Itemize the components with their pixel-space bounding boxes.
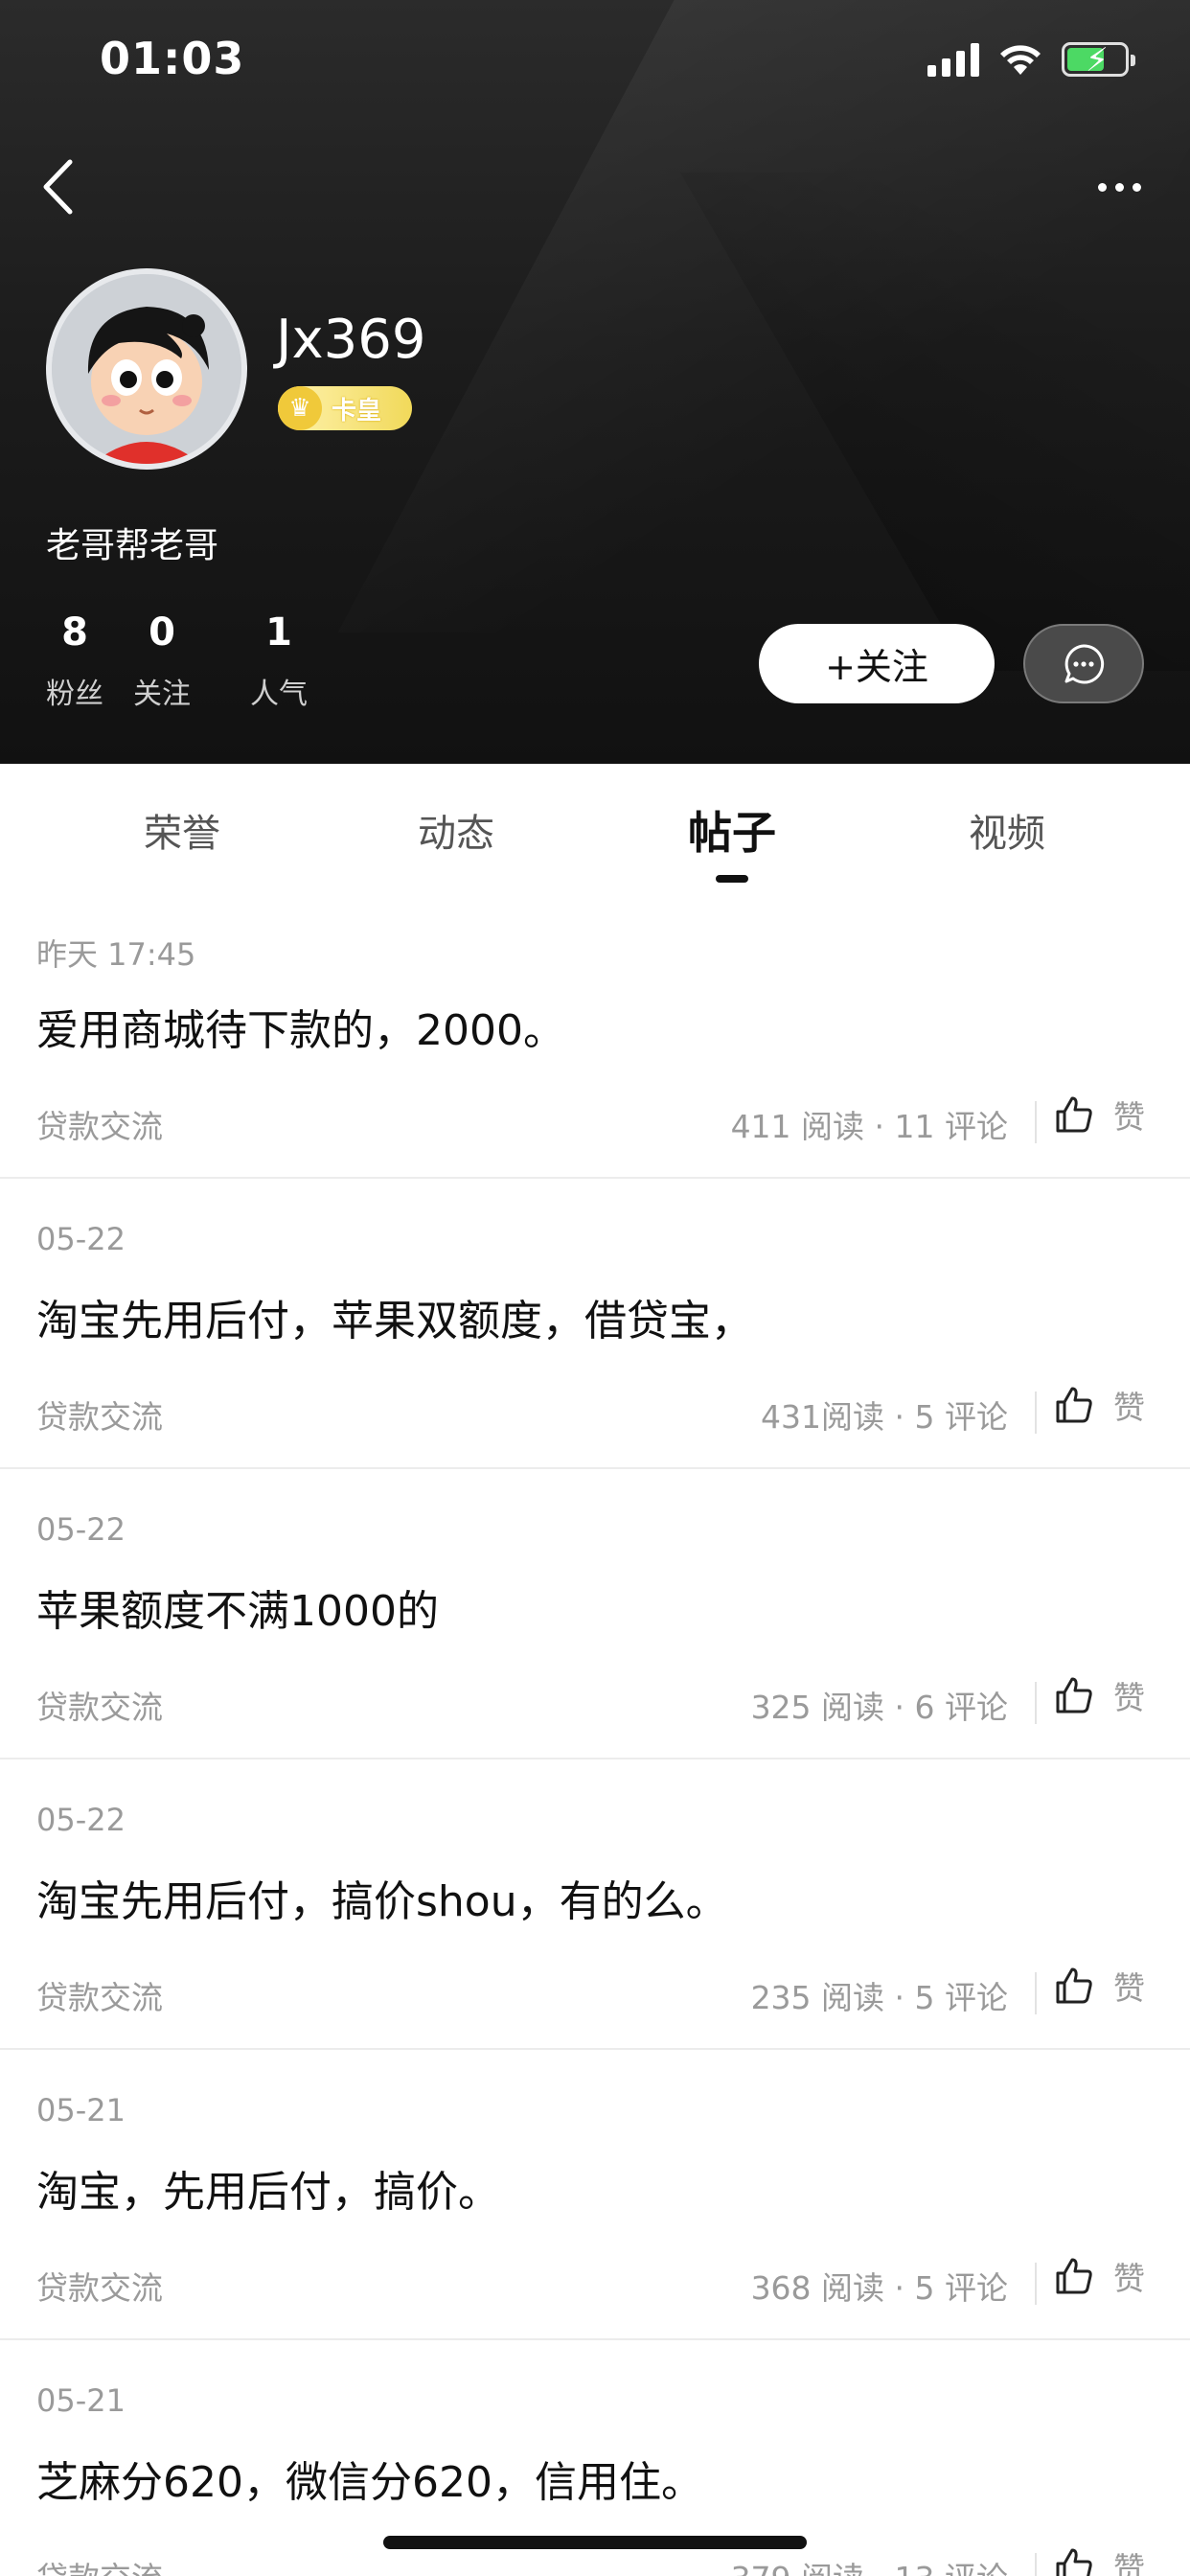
post-date: 05-21 [36, 2382, 126, 2419]
post-date: 05-22 [36, 1511, 126, 1548]
more-options-button[interactable] [1081, 163, 1157, 211]
stat-value: 0 [149, 610, 175, 655]
profile-header: 01:03 ⚡ Jx369 ♛ 卡皇 老哥帮老哥 8 粉丝 0 关注 1 人气 … [0, 0, 1190, 764]
stat-label: 粉丝 [46, 678, 103, 711]
dot-icon [1114, 182, 1124, 192]
thumbs-up-icon [1056, 2548, 1092, 2576]
divider [1035, 1392, 1037, 1434]
thumbs-up-icon [1056, 1096, 1092, 1133]
dot-icon [1132, 182, 1141, 192]
profile-bio: 老哥帮老哥 [46, 526, 219, 565]
divider [1035, 2263, 1037, 2305]
username: Jx369 [276, 309, 426, 371]
avatar[interactable] [46, 268, 247, 470]
tab-activity[interactable]: 动态 [418, 802, 494, 858]
message-button[interactable] [1023, 624, 1144, 703]
post-counts: 325 阅读 · 6 评论 [750, 1689, 1008, 1726]
post-title[interactable]: 淘宝先用后付，苹果双额度，借贷宝， [36, 1286, 753, 1347]
like-button[interactable]: 赞 [1054, 2253, 1145, 2299]
post-title[interactable]: 爱用商城待下款的，2000。 [36, 996, 565, 1057]
divider [1035, 1972, 1037, 2014]
like-label: 赞 [1113, 1969, 1145, 2007]
cellular-signal-icon [927, 42, 979, 77]
tab-posts[interactable]: 帖子 [688, 798, 776, 862]
profile-stats: 8 粉丝 0 关注 1 人气 [46, 610, 337, 712]
list-item[interactable]: 05-22 淘宝先用后付，搞价shou，有的么。 贷款交流 235 阅读 · 5… [0, 1760, 1190, 2050]
status-icons: ⚡ [927, 41, 1135, 80]
chat-bubble-icon [1064, 643, 1105, 683]
post-category[interactable]: 贷款交流 [36, 1101, 163, 1147]
thumbs-up-icon [1056, 1967, 1092, 2004]
list-item[interactable]: 05-22 苹果额度不满1000的 贷款交流 325 阅读 · 6 评论 赞 [0, 1469, 1190, 1760]
thumbs-up-icon [1056, 1387, 1092, 1423]
tab-videos[interactable]: 视频 [969, 802, 1045, 858]
profile-screen: 01:03 ⚡ Jx369 ♛ 卡皇 老哥帮老哥 8 粉丝 0 关注 1 人气 … [0, 0, 1190, 2576]
like-button[interactable]: 赞 [1054, 1092, 1145, 1138]
follow-button[interactable]: +关注 [759, 624, 995, 703]
post-title[interactable]: 芝麻分620，微信分620，信用住。 [36, 2448, 703, 2509]
post-category[interactable]: 贷款交流 [36, 2263, 163, 2309]
wifi-icon [1000, 45, 1041, 75]
tab-honor[interactable]: 荣誉 [144, 802, 220, 858]
post-category[interactable]: 贷款交流 [36, 1682, 163, 1728]
post-date: 昨天 17:45 [36, 936, 196, 973]
profile-tabs: 荣誉 动态 帖子 视频 [0, 764, 1190, 888]
post-counts: 411 阅读 · 11 评论 [730, 1108, 1008, 1145]
vip-label: 卡皇 [332, 396, 382, 426]
vip-badge[interactable]: ♛ 卡皇 [278, 386, 412, 430]
post-date: 05-21 [36, 2092, 126, 2128]
post-list: 昨天 17:45 爱用商城待下款的，2000。 贷款交流 411 阅读 · 11… [0, 888, 1190, 2576]
like-button[interactable]: 赞 [1054, 1963, 1145, 2009]
post-title[interactable]: 淘宝，先用后付，搞价。 [36, 2157, 500, 2219]
post-category[interactable]: 贷款交流 [36, 1972, 163, 2018]
post-counts: 379 阅读 · 13 评论 [731, 2553, 1008, 2576]
stat-popularity[interactable]: 1 人气 [220, 610, 337, 712]
crown-icon: ♛ [278, 386, 322, 430]
list-item[interactable]: 昨天 17:45 爱用商城待下款的，2000。 贷款交流 411 阅读 · 11… [0, 888, 1190, 1179]
thumbs-up-icon [1056, 1677, 1092, 1714]
thumbs-up-icon [1056, 2258, 1092, 2294]
active-tab-indicator [716, 875, 748, 883]
stat-value: 1 [265, 610, 292, 655]
dot-icon [1097, 182, 1107, 192]
divider [1035, 1682, 1037, 1724]
like-label: 赞 [1113, 2550, 1145, 2576]
like-button[interactable]: 赞 [1054, 1382, 1145, 1428]
post-category[interactable]: 贷款交流 [36, 2553, 163, 2576]
list-item[interactable]: 05-22 淘宝先用后付，苹果双额度，借贷宝， 贷款交流 431阅读 · 5 评… [0, 1179, 1190, 1469]
post-counts: 235 阅读 · 5 评论 [750, 1979, 1008, 2016]
list-item[interactable]: 05-21 淘宝，先用后付，搞价。 贷款交流 368 阅读 · 5 评论 赞 [0, 2050, 1190, 2340]
post-title[interactable]: 淘宝先用后付，搞价shou，有的么。 [36, 1867, 728, 1928]
like-button[interactable]: 赞 [1054, 1672, 1145, 1718]
post-date: 05-22 [36, 1802, 126, 1838]
post-counts: 368 阅读 · 5 评论 [750, 2269, 1008, 2307]
like-label: 赞 [1113, 1098, 1145, 1136]
post-title[interactable]: 苹果额度不满1000的 [36, 1576, 439, 1638]
post-counts: 431阅读 · 5 评论 [761, 1398, 1008, 1436]
like-button[interactable]: 赞 [1054, 2543, 1145, 2576]
battery-charging-icon: ⚡ [1062, 41, 1135, 80]
like-label: 赞 [1113, 1679, 1145, 1716]
status-time: 01:03 [100, 33, 245, 84]
stat-value: 8 [61, 610, 88, 655]
stat-fans[interactable]: 8 粉丝 [46, 610, 103, 712]
divider [1035, 1101, 1037, 1143]
like-label: 赞 [1113, 1389, 1145, 1426]
cartoon-avatar-icon [52, 274, 241, 464]
stat-label: 关注 [133, 678, 191, 711]
like-label: 赞 [1113, 2260, 1145, 2297]
stat-label: 人气 [250, 678, 308, 711]
divider [1035, 2553, 1037, 2576]
post-date: 05-22 [36, 1221, 126, 1257]
chevron-left-icon [43, 159, 73, 215]
back-button[interactable] [29, 153, 86, 220]
post-category[interactable]: 贷款交流 [36, 1392, 163, 1438]
home-indicator[interactable] [383, 2536, 807, 2549]
stat-following[interactable]: 0 关注 [103, 610, 220, 712]
